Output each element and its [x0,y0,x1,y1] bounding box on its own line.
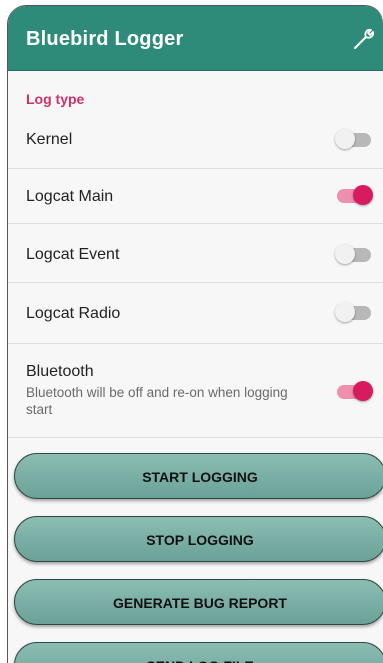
log-type-header: Log type [26,91,85,107]
app-bar: Bluebird Logger [8,6,383,71]
pref-summary: Bluetooth will be off and re-on when log… [26,385,288,417]
start-logging-button[interactable]: START LOGGING [14,453,383,499]
pref-title: Logcat Event [26,246,120,263]
switch-thumb [335,129,355,149]
send-log-file-button[interactable]: SEND LOG FILE [14,642,383,663]
pref-row-kernel[interactable]: Kernel [8,110,383,169]
pref-title: Logcat Main [26,188,114,205]
pref-title: Logcat Radio [26,305,121,322]
logcat-main-switch[interactable] [337,184,373,208]
pref-row-logcat-main[interactable]: Logcat Main [8,168,383,224]
bluetooth-switch[interactable] [337,380,373,404]
switch-thumb [335,244,355,264]
pref-row-logcat-event[interactable]: Logcat Event [8,223,383,283]
pref-row-logcat-radio[interactable]: Logcat Radio [8,282,383,344]
switch-thumb [353,381,373,401]
generate-bug-report-button[interactable]: GENERATE BUG REPORT [14,579,383,625]
app-title: Bluebird Logger [26,28,184,50]
switch-thumb [335,302,355,322]
pref-title: Kernel [26,131,73,148]
app-screen: Bluebird Logger Log type Kernel Logcat M… [8,6,383,663]
pref-title: Bluetooth [26,363,94,380]
stop-logging-button[interactable]: STOP LOGGING [14,516,383,562]
switch-thumb [353,185,373,205]
pref-row-bluetooth[interactable]: Bluetooth Bluetooth will be off and re-o… [8,343,383,438]
logcat-event-switch[interactable] [335,243,373,267]
wrench-icon[interactable] [351,26,377,52]
kernel-switch[interactable] [335,128,373,152]
logcat-radio-switch[interactable] [335,301,373,325]
